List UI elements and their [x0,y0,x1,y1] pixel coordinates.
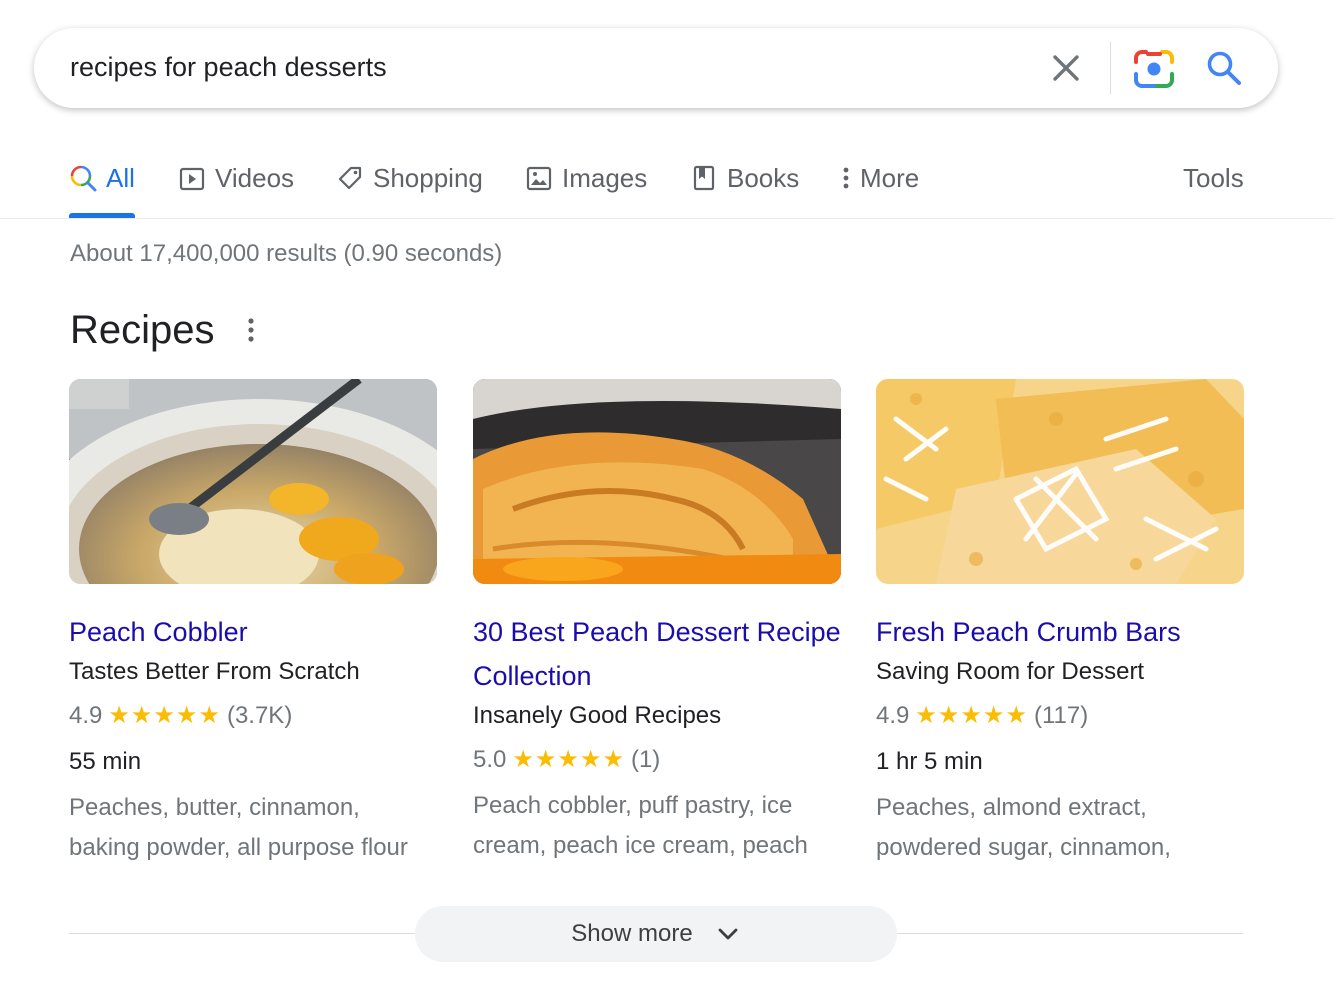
recipe-rating: 5.0 ★★★★★ (1) [473,744,841,776]
recipe-source: Tastes Better From Scratch [69,658,360,685]
recipe-title[interactable]: 30 Best Peach Dessert Recipe Collection [473,610,841,698]
search-box[interactable]: recipes for peach desserts [34,28,1278,108]
recipe-image[interactable] [69,379,437,584]
tab-label: Shopping [373,162,483,193]
recipe-time: 55 min [69,748,142,775]
rating-value: 4.9 [876,702,910,729]
tab-label: All [106,162,135,193]
recipe-source: Insanely Good Recipes [473,702,722,729]
recipe-card[interactable]: Peach Cobbler Tastes Better From Scratch… [69,379,437,868]
star-rating-icon: ★★★★★ [915,702,1028,729]
rating-value: 4.9 [69,702,103,729]
section-menu-icon[interactable] [240,314,262,350]
recipe-rating: 4.9 ★★★★★ (117) [876,700,1244,732]
recipe-ingredients: Peaches, butter, cinnamon, baking powder… [69,794,408,861]
recipe-time: 1 hr 5 min [876,748,983,775]
star-rating-icon: ★★★★★ [108,702,221,729]
tab-all[interactable]: All [69,160,135,196]
recipe-ingredients: Peach cobbler, puff pastry, ice cream, p… [473,792,808,859]
search-tabs: All Videos Shopping Images Books More To… [0,150,1334,218]
recipe-source: Saving Room for Dessert [876,658,1145,685]
review-count: (1) [630,746,661,773]
tools-label: Tools [1183,162,1244,193]
tab-label: Books [727,162,800,193]
review-count: (117) [1033,702,1089,729]
show-more-label: Show more [571,920,693,947]
tab-label: Images [562,162,648,193]
search-box-divider [1110,42,1111,94]
star-rating-icon: ★★★★★ [512,746,625,773]
search-input[interactable]: recipes for peach desserts [70,50,387,84]
tab-label: More [860,162,920,193]
vertical-dots-icon [832,164,852,192]
play-icon [178,164,206,192]
result-stats: About 17,400,000 results (0.90 seconds) [70,240,503,267]
tab-shopping[interactable]: Shopping [336,160,483,196]
recipe-ingredients: Peaches, almond extract, powdered sugar,… [876,794,1171,861]
tab-more[interactable]: More [832,160,919,196]
recipe-image[interactable] [473,379,841,584]
camera-lens-icon[interactable] [1132,48,1176,90]
chevron-down-icon [715,921,741,947]
section-title: Recipes [70,308,215,352]
recipe-title[interactable]: Fresh Peach Crumb Bars [876,610,1244,654]
recipe-title[interactable]: Peach Cobbler [69,610,437,654]
search-icon[interactable] [1204,48,1244,88]
tab-label: Videos [215,162,295,193]
tools-button[interactable]: Tools [1183,160,1244,196]
tab-videos[interactable]: Videos [178,160,294,196]
show-more-button[interactable]: Show more [415,906,897,962]
rating-value: 5.0 [473,746,507,773]
search-multicolor-icon [69,164,97,192]
book-icon [690,164,718,192]
tab-books[interactable]: Books [690,160,799,196]
tabs-divider [0,218,1334,219]
clear-icon[interactable] [1046,48,1086,88]
recipe-card[interactable]: Fresh Peach Crumb Bars Saving Room for D… [876,379,1244,868]
tab-images[interactable]: Images [525,160,647,196]
image-icon [525,164,553,192]
review-count: (3.7K) [226,702,293,729]
recipe-rating: 4.9 ★★★★★ (3.7K) [69,700,437,732]
recipe-card[interactable]: 30 Best Peach Dessert Recipe Collection … [473,379,841,866]
tag-icon [336,164,364,192]
recipe-image[interactable] [876,379,1244,584]
